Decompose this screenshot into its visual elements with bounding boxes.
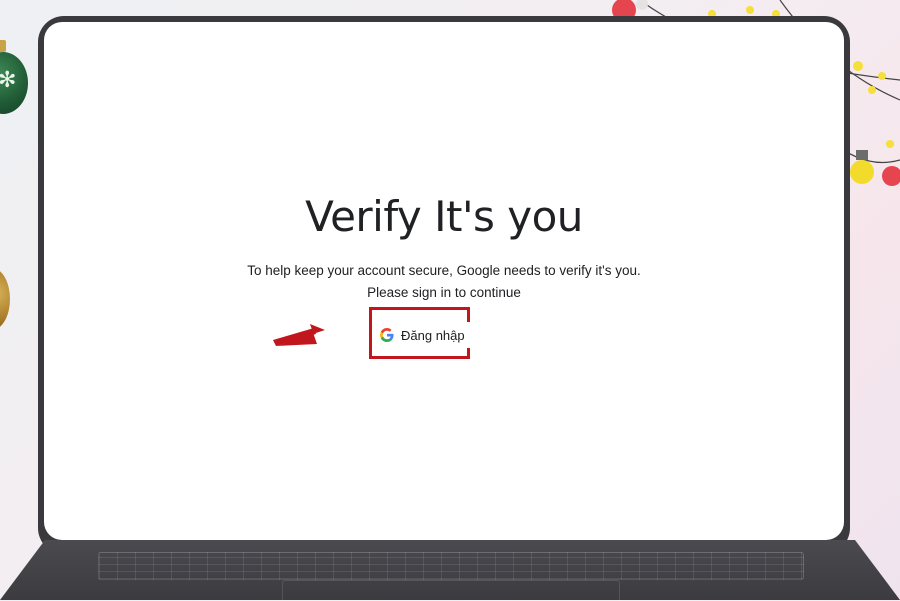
signin-button-label: Đăng nhập (401, 327, 465, 343)
laptop-keyboard (98, 552, 804, 580)
laptop-screen: Verify It's you To help keep your accoun… (44, 22, 844, 540)
description-line-1: To help keep your account secure, Google… (247, 263, 641, 278)
description-line-2: Please sign in to continue (367, 285, 521, 300)
google-g-icon (380, 328, 394, 342)
green-christmas-ornament (0, 52, 28, 114)
annotation-arrow-icon (273, 324, 325, 346)
google-signin-button[interactable]: Đăng nhập (374, 322, 471, 348)
gold-christmas-ornament (0, 268, 10, 330)
page-title: Verify It's you (305, 192, 583, 241)
ornament-cap (0, 40, 6, 52)
laptop-trackpad (282, 580, 620, 601)
